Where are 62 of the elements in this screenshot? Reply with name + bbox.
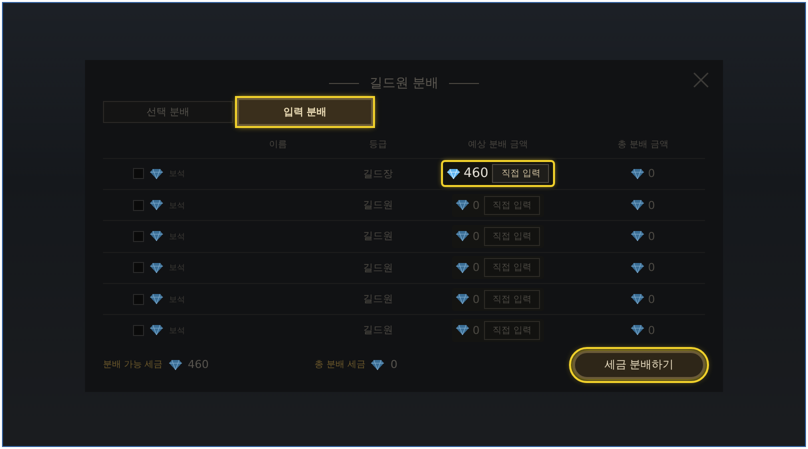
total-value: 0 — [648, 230, 655, 243]
checkbox[interactable] — [133, 324, 144, 336]
gem-icon — [456, 294, 469, 304]
column-header: 예상 분배 금액 — [467, 139, 529, 152]
tab[interactable]: 선택 분배 — [103, 101, 233, 124]
available-tax-label: 분배 가능 세금 — [103, 359, 163, 372]
checkbox[interactable] — [133, 262, 144, 274]
total-value: 0 — [648, 324, 655, 337]
grade-cell-text: 길드원 — [362, 293, 394, 306]
column-header: 이름 — [268, 139, 288, 152]
available-tax-value: 460 — [188, 358, 209, 372]
gem-icon — [150, 200, 163, 210]
direct-input-button[interactable]: 직접 입력 — [492, 164, 550, 184]
gem-icon — [456, 325, 469, 336]
checkbox[interactable] — [133, 168, 144, 180]
gem-icon — [371, 360, 384, 370]
tab[interactable]: 입력 분배 — [237, 98, 373, 126]
total-tax-label: 총 분배 세금 — [314, 359, 366, 372]
checkbox[interactable] — [133, 294, 144, 304]
gem-icon — [631, 231, 644, 242]
column-header: 등급 — [368, 139, 388, 152]
gem-icon — [631, 168, 644, 179]
direct-input-button[interactable]: 직접 입력 — [484, 320, 540, 340]
amount-value: 0 — [472, 198, 480, 212]
grade-cell-text: 길드장 — [362, 168, 394, 181]
gem-icon — [456, 200, 469, 210]
amount-value: 0 — [472, 261, 480, 274]
checkbox[interactable] — [133, 230, 144, 242]
total-value: 0 — [648, 261, 655, 274]
grade-cell-text: 길드원 — [362, 324, 394, 338]
total-tax-value: 0 — [390, 358, 398, 372]
gem-icon — [150, 294, 163, 304]
gem-icon — [150, 325, 163, 336]
total-value: 0 — [648, 167, 655, 180]
dialog-title: 길드원 분배 — [369, 75, 439, 92]
column-header: 총 분배 금액 — [616, 139, 670, 152]
checkbox[interactable] — [133, 200, 144, 211]
gem-icon — [150, 262, 163, 273]
total-value: 0 — [648, 292, 655, 306]
gem-icon — [150, 168, 163, 179]
gem-icon — [150, 231, 163, 242]
direct-input-button[interactable]: 직접 입력 — [484, 196, 540, 215]
direct-input-button[interactable]: 직접 입력 — [484, 258, 540, 278]
gem-icon — [631, 294, 644, 304]
grade-cell-text: 길드원 — [362, 199, 394, 212]
amount-value: 0 — [472, 324, 480, 337]
direct-input-button[interactable]: 직접 입력 — [484, 290, 540, 308]
gem-icon — [631, 262, 644, 273]
gem-icon — [456, 231, 469, 242]
direct-input-button[interactable]: 직접 입력 — [484, 226, 540, 246]
grade-cell-text: 길드원 — [362, 230, 394, 244]
grade-cell-text: 길드원 — [362, 262, 394, 275]
gem-icon — [631, 200, 644, 210]
amount-value: 0 — [472, 292, 480, 306]
gem-icon — [446, 168, 460, 179]
gem-icon — [631, 325, 644, 336]
gem-icon — [456, 262, 469, 273]
amount-value: 460 — [464, 166, 488, 182]
total-value: 0 — [648, 198, 655, 212]
amount-value: 0 — [472, 230, 480, 243]
gem-icon — [168, 360, 182, 370]
close-icon[interactable] — [693, 72, 709, 88]
